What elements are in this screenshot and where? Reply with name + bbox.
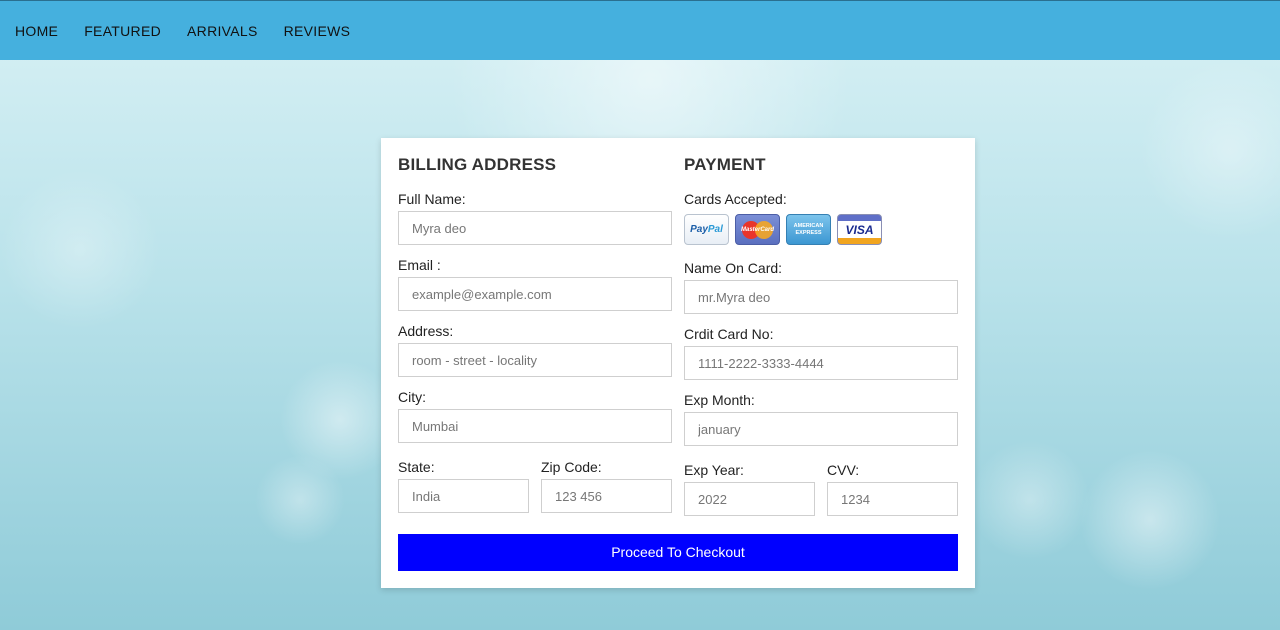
full-name-input[interactable]	[398, 211, 672, 245]
paypal-text-a: Pay	[690, 224, 708, 235]
exp-year-label: Exp Year:	[684, 462, 744, 478]
zip-code-label: Zip Code:	[541, 459, 602, 475]
nav-home-link[interactable]: HOME	[15, 23, 58, 39]
card-number-label: Crdit Card No:	[684, 326, 774, 342]
paypal-icon: Pay Pal	[684, 214, 729, 245]
exp-month-input[interactable]	[684, 412, 958, 446]
payment-heading: PAYMENT	[684, 155, 766, 174]
name-on-card-input[interactable]	[684, 280, 958, 314]
email-input[interactable]	[398, 277, 672, 311]
email-label: Email :	[398, 257, 441, 273]
zip-code-input[interactable]	[541, 479, 672, 513]
billing-heading: BILLING ADDRESS	[398, 155, 557, 174]
accepted-cards: Pay Pal MasterCard AMERICAN EXPRESS VISA	[684, 214, 888, 245]
state-label: State:	[398, 459, 435, 475]
amex-text-b: EXPRESS	[795, 229, 822, 236]
proceed-to-checkout-button[interactable]: Proceed To Checkout	[398, 534, 958, 571]
city-label: City:	[398, 389, 426, 405]
nav-arrivals-link[interactable]: ARRIVALS	[187, 23, 258, 39]
visa-icon: VISA	[837, 214, 882, 245]
address-label: Address:	[398, 323, 454, 339]
city-input[interactable]	[398, 409, 672, 443]
state-input[interactable]	[398, 479, 529, 513]
checkout-form: BILLING ADDRESS Full Name: Email : Addre…	[381, 138, 975, 588]
full-name-label: Full Name:	[398, 191, 466, 207]
mastercard-icon: MasterCard	[735, 214, 780, 245]
amex-icon: AMERICAN EXPRESS	[786, 214, 831, 245]
cvv-input[interactable]	[827, 482, 958, 516]
top-navbar: HOME FEATURED ARRIVALS REVIEWS	[0, 0, 1280, 60]
mastercard-text: MasterCard	[740, 226, 774, 233]
cards-accepted-label: Cards Accepted:	[684, 191, 787, 207]
exp-year-input[interactable]	[684, 482, 815, 516]
cvv-label: CVV:	[827, 462, 860, 478]
amex-text-a: AMERICAN	[793, 222, 824, 229]
nav-featured-link[interactable]: FEATURED	[84, 23, 161, 39]
address-input[interactable]	[398, 343, 672, 377]
paypal-text-b: Pal	[707, 224, 723, 235]
card-number-input[interactable]	[684, 346, 958, 380]
exp-month-label: Exp Month:	[684, 392, 755, 408]
nav-reviews-link[interactable]: REVIEWS	[284, 23, 351, 39]
name-on-card-label: Name On Card:	[684, 260, 783, 276]
